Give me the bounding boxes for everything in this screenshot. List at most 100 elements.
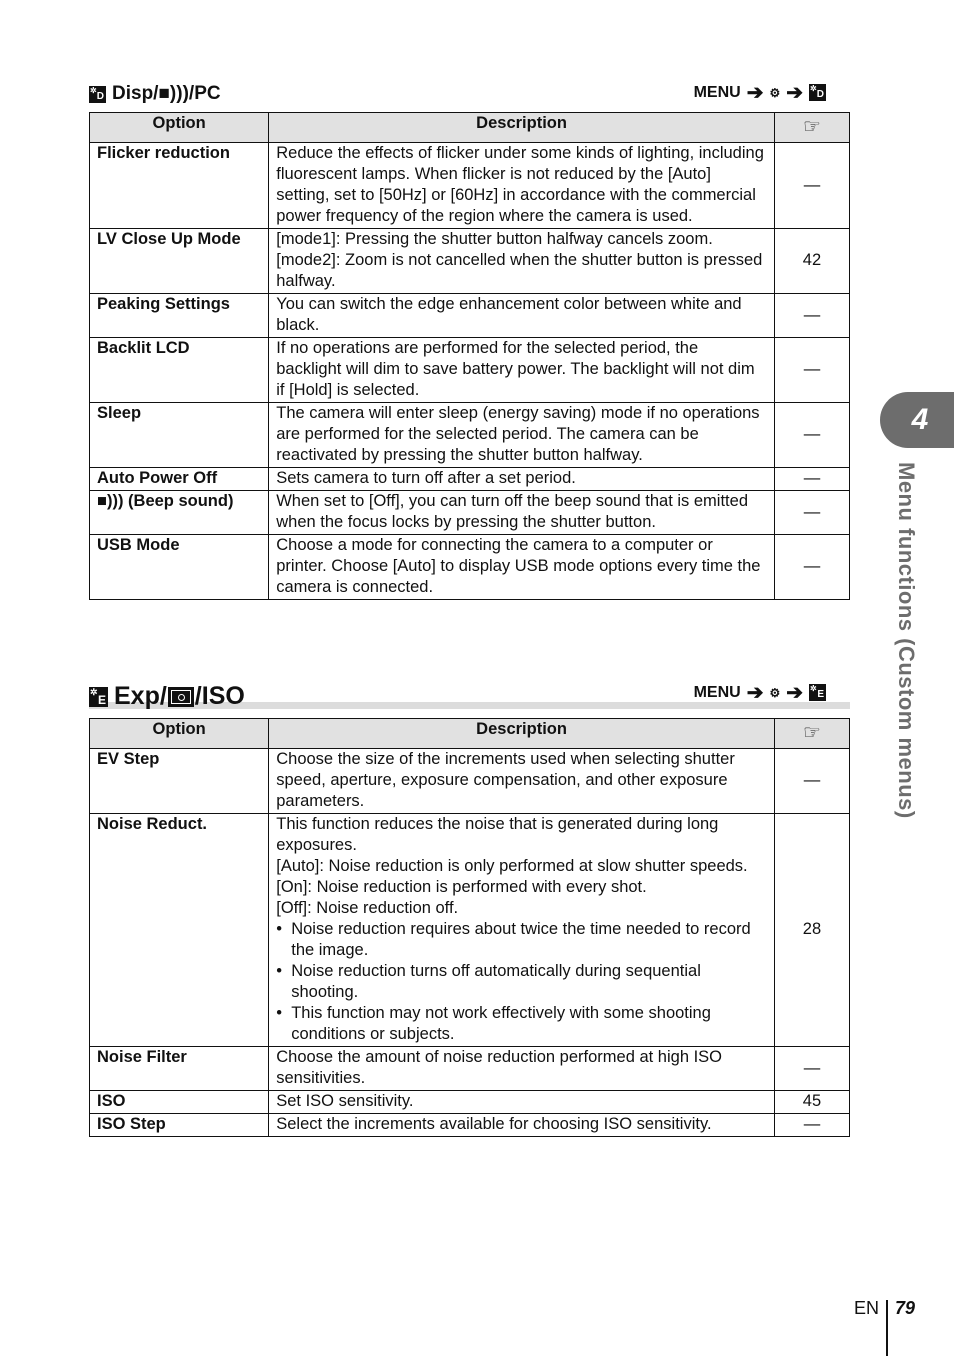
option-description: When set to [Off], you can turn off the … [268,490,775,535]
option-name: USB Mode [88,534,270,600]
page-reference: — [773,1113,851,1137]
custom-menu-e-icon: ✲ E [809,684,826,701]
table-row: Noise Filter Choose the amount of noise r… [88,1046,851,1091]
option-name: Flicker reduction [88,142,270,229]
table-row: Sleep The camera will enter sleep (energy… [88,402,851,468]
option-description: Set ISO sensitivity. [268,1090,775,1114]
option-description: This function reduces the noise that is … [268,813,775,1047]
menu-path-exp: MENU ➔ ⚙ ➔ ✲ E [694,680,826,705]
option-name: ISO Step [88,1113,270,1137]
header-option: Option [88,112,270,143]
description-line: [mode1]: Pressing the shutter button hal… [276,230,713,248]
table-row: Backlit LCD If no operations are performe… [88,337,851,403]
option-name: ■))) (Beep sound) [88,490,270,535]
option-name: Noise Filter [88,1046,270,1091]
option-name: ISO [88,1090,270,1114]
description-line: If no operations are performed for the s… [276,339,755,399]
option-description: Choose the size of the increments used w… [268,748,775,814]
table-row: Peaking Settings You can switch the edge … [88,293,851,338]
section-disp-title: Disp/■)))/PC [112,83,221,104]
page-reference: — [773,534,851,600]
section-disp-header: ✲ D Disp/■)))/PC MENU ➔ ⚙ ➔ ✲ D [89,80,850,110]
bullet-icon: • [276,920,292,938]
table-row: ■))) (Beep sound) When set to [Off], you … [88,490,851,535]
arrow-icon: ➔ [746,82,764,104]
page-reference: 28 [773,813,851,1047]
metering-icon [167,686,194,707]
table-row: ISO Set ISO sensitivity. 45 [88,1090,851,1114]
chapter-number: 4 [911,403,929,436]
header-description: Description [268,112,775,143]
custom-menu-e-icon: ✲ E [89,686,108,707]
description-bullet: • Noise reduction requires about twice t… [276,919,767,961]
section-exp-header: ✲ E Exp/ /ISO MENU ➔ ⚙ ➔ ✲ E [89,680,850,714]
description-line: Sets camera to turn off after a set peri… [276,469,576,487]
description-line: When set to [Off], you can turn off the … [276,492,748,531]
option-name: Peaking Settings [88,293,270,338]
option-description: Select the increments available for choo… [268,1113,775,1137]
option-name: Noise Reduct. [88,813,270,1047]
header-ref-pointing-hand-icon: ☞ [773,718,851,749]
page-reference: — [773,337,851,403]
option-description: If no operations are performed for the s… [268,337,775,403]
option-description: Reduce the effects of flicker under some… [268,142,775,229]
table-row: Flicker reduction Reduce the effects of f… [88,142,851,229]
page-footer: EN 79 [854,1298,915,1356]
page-reference: — [773,748,851,814]
arrow-icon: ➔ [746,682,764,704]
option-name: Backlit LCD [88,337,270,403]
description-line: Choose the amount of noise reduction per… [276,1048,723,1087]
gear-icon: ⚙ [769,685,781,700]
option-description: The camera will enter sleep (energy savi… [268,402,775,468]
page-reference: — [773,467,851,491]
section-exp-title-a: Exp/ [114,682,167,710]
page-reference: 42 [773,228,851,294]
menu-path-disp: MENU ➔ ⚙ ➔ ✲ D [694,80,826,105]
option-name: Sleep [88,402,270,468]
option-name: EV Step [88,748,270,814]
footer-divider [886,1300,888,1356]
bullet-text: Noise reduction turns off automatically … [291,962,701,1001]
gear-icon: ⚙ [769,85,781,100]
option-name: Auto Power Off [88,467,270,491]
bullet-text: Noise reduction requires about twice the… [291,920,751,959]
description-line: Choose a mode for connecting the camera … [276,536,761,596]
description-line: Select the increments available for choo… [276,1115,712,1133]
page-reference: 45 [773,1090,851,1114]
option-description: Choose the amount of noise reduction per… [268,1046,775,1091]
table-row: Auto Power Off Sets camera to turn off af… [88,467,851,491]
description-bullet: • This function may not work effectively… [276,1003,767,1045]
page-reference: — [773,1046,851,1091]
menu-label: MENU [693,683,741,701]
menu-label: MENU [693,83,741,101]
arrow-icon: ➔ [786,82,803,104]
description-line: You can switch the edge enhancement colo… [276,295,742,334]
page-number: 79 [895,1298,916,1318]
table-header-row: Option Description ☞ [88,718,851,749]
description-line: This function reduces the noise that is … [276,815,719,854]
option-description: You can switch the edge enhancement colo… [268,293,775,338]
option-description: Sets camera to turn off after a set peri… [268,467,775,491]
bullet-icon: • [276,1004,292,1022]
table-row: Noise Reduct. This function reduces the n… [88,813,851,1047]
description-line: Choose the size of the increments used w… [276,750,735,810]
header-option: Option [88,718,270,749]
chapter-side-label: Menu functions (Custom menus) [894,462,919,819]
page-reference: — [773,142,851,229]
option-name: LV Close Up Mode [88,228,270,294]
header-description: Description [268,718,775,749]
custom-menu-d-icon: ✲ D [89,85,106,103]
section-disp-title-wrap: ✲ D Disp/■)))/PC [89,83,221,105]
description-line: [Off]: Noise reduction off. [276,899,459,917]
header-ref-pointing-hand-icon: ☞ [773,112,851,143]
custom-menu-d-icon: ✲ D [809,84,826,101]
page-reference: — [773,490,851,535]
table-row: EV Step Choose the size of the increments… [88,748,851,814]
bullet-icon: • [276,962,292,980]
table-row: ISO Step Select the increments available … [88,1113,851,1137]
option-description: Choose a mode for connecting the camera … [268,534,775,600]
description-line: [mode2]: Zoom is not cancelled when the … [276,251,763,290]
description-bullet: • Noise reduction turns off automaticall… [276,961,767,1003]
page-reference: — [773,293,851,338]
description-line: Set ISO sensitivity. [276,1092,414,1110]
